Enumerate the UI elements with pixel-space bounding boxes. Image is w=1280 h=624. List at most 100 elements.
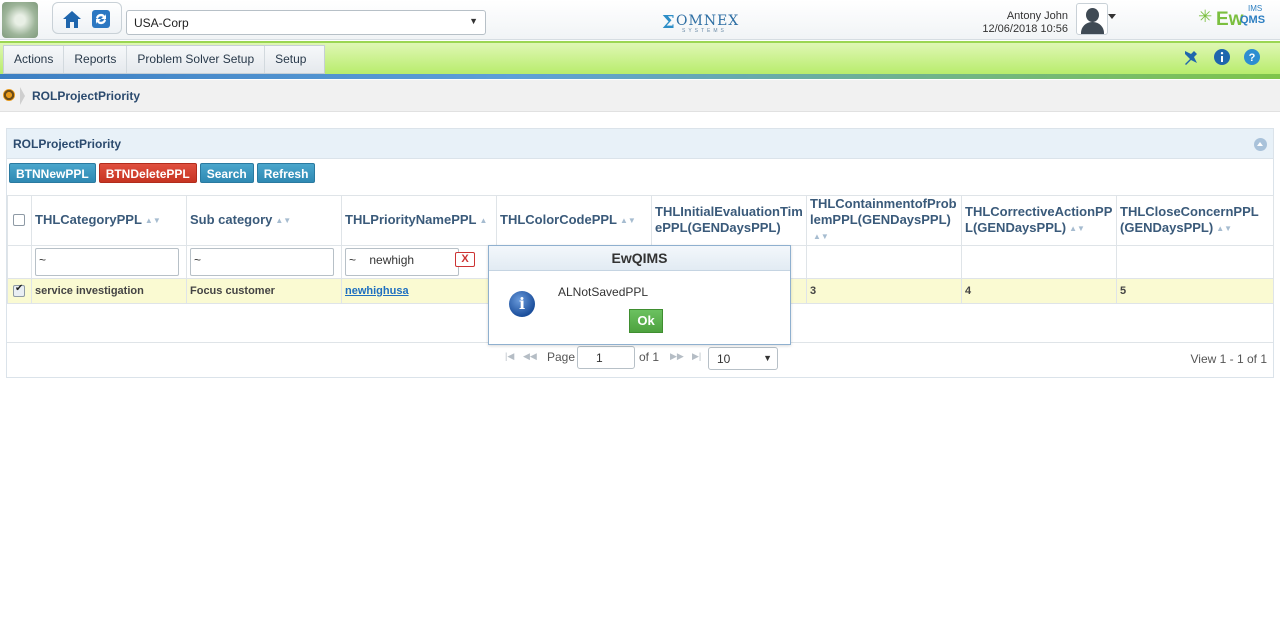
cell-containment: 3 [806, 277, 962, 304]
priority-link[interactable]: newhighusa [345, 285, 409, 297]
menu-problem-solver-setup[interactable]: Problem Solver Setup [127, 46, 266, 73]
panel-header: ROLProjectPriority [7, 129, 1273, 159]
prev-page-icon[interactable]: ◀◀ [523, 351, 537, 362]
ok-button[interactable]: Ok [629, 309, 663, 333]
search-button[interactable]: Search [199, 163, 254, 183]
filter-cell: ~ newhigh X [341, 244, 497, 279]
ewqims-logo-qms: QMS [1240, 14, 1266, 26]
pin-icon[interactable] [1182, 48, 1200, 66]
cell-subcategory: Focus customer [186, 277, 342, 304]
omnex-logo-text: OMNEX [676, 13, 740, 29]
row-checkbox[interactable] [13, 283, 25, 297]
info-icon[interactable] [1213, 48, 1231, 66]
filter-cell [961, 244, 1117, 279]
col-header-label: Sub category [190, 212, 273, 227]
filter-cell: ~ [186, 244, 342, 279]
header-divider [0, 74, 1280, 79]
breadcrumb-current: ROLProjectPriority [32, 89, 141, 103]
avatar-head [1086, 8, 1099, 22]
omnex-logo-sub: SYSTEMS [682, 28, 727, 34]
grid-pager: |◀ ◀◀ Page 1 of 1 ▶▶ ▶| 10 ▼ View 1 - 1 … [7, 342, 1273, 372]
dialog-message: ALNotSavedPPL [558, 285, 649, 299]
sort-icon: ▲▼ [813, 231, 829, 241]
col-header-label: THLColorCodePPL [500, 212, 617, 227]
col-header-color-code[interactable]: THLColorCodePPL ▲▼ [496, 195, 652, 246]
col-header-label: THLInitialEvaluationTimePPL(GENDaysPPL) [655, 204, 803, 236]
avatar[interactable] [1076, 3, 1108, 35]
help-icon[interactable]: ? [1243, 48, 1261, 66]
col-header-label: THLCorrectiveActionPPL(GENDaysPPL) [965, 204, 1113, 235]
svg-text:?: ? [1249, 52, 1256, 64]
col-header-label: THLCategoryPPL [35, 212, 142, 227]
breadcrumb: ROLProjectPriority [0, 80, 1280, 112]
user-name: Antony John [1006, 10, 1068, 22]
grid-toolbar: BTNNewPPL BTNDeletePPL Search Refresh [9, 163, 316, 183]
row-select-cell [7, 277, 32, 304]
page-number-input[interactable]: 1 [577, 346, 635, 369]
main-menu: Actions Reports Problem Solver Setup Set… [3, 45, 325, 74]
alert-dialog: EwQIMS i ALNotSavedPPL Ok [488, 245, 791, 345]
subcategory-filter-input[interactable]: ~ [190, 247, 334, 276]
user-info: Antony John 12/06/2018 10:56 [982, 10, 1068, 36]
last-page-icon[interactable]: ▶| [692, 351, 701, 362]
sort-icon: ▲ [479, 215, 488, 225]
col-header-priority-name[interactable]: THLPriorityNamePPL ▲ [341, 195, 497, 246]
grid-header-row: THLCategoryPPL ▲▼ Sub category ▲▼ THLPrior… [7, 195, 1274, 246]
page-label: Page [547, 350, 576, 364]
col-header-close-concern[interactable]: THLCloseConcernPPL(GENDaysPPL) ▲▼ [1116, 195, 1274, 246]
menu-actions[interactable]: Actions [4, 46, 65, 73]
sort-icon: ▲▼ [620, 215, 636, 225]
refresh-icon[interactable] [91, 9, 111, 29]
chevron-down-icon: ▼ [763, 353, 772, 363]
col-header-category[interactable]: THLCategoryPPL ▲▼ [31, 195, 187, 246]
module-icon[interactable] [3, 89, 15, 101]
filter-cell [806, 244, 962, 279]
nav-buttons [52, 2, 122, 34]
home-icon[interactable] [61, 8, 83, 30]
breadcrumb-separator [20, 87, 25, 105]
filter-cell: ~ [31, 244, 187, 279]
delete-button[interactable]: BTNDeletePPL [98, 163, 197, 183]
omnex-logo: Σ OMNEX SYSTEMS [662, 11, 738, 35]
dialog-title: EwQIMS [489, 246, 790, 271]
sort-icon: ▲▼ [275, 215, 292, 225]
refresh-button[interactable]: Refresh [256, 163, 316, 183]
sort-icon: ▲▼ [1216, 223, 1233, 233]
clear-filter-button[interactable]: X [455, 251, 475, 267]
select-all-checkbox[interactable] [13, 214, 25, 227]
sort-icon: ▲▼ [144, 215, 161, 225]
info-icon: i [509, 291, 535, 317]
next-page-icon[interactable]: ▶▶ [670, 351, 684, 362]
user-menu-caret-icon[interactable] [1108, 14, 1116, 19]
page-size-select[interactable]: 10 ▼ [708, 347, 778, 370]
filter-prefix: ~ [39, 252, 47, 267]
col-header-containment[interactable]: THLContainmentofProblemPPL(GENDaysPPL) ▲▼ [806, 195, 962, 246]
filter-cell [7, 244, 32, 279]
new-button[interactable]: BTNNewPPL [9, 163, 96, 183]
filter-prefix: ~ [194, 252, 202, 267]
filter-cell [1116, 244, 1274, 279]
avatar-body [1081, 22, 1104, 34]
first-page-icon[interactable]: |◀ [505, 351, 514, 362]
ewqims-logo: ✳ Ew IMS QMS [1198, 4, 1274, 34]
col-header-corrective-action[interactable]: THLCorrectiveActionPPL(GENDaysPPL) ▲▼ [961, 195, 1117, 246]
select-all-cell [7, 195, 32, 246]
priority-filter-input[interactable]: ~ newhigh [345, 247, 459, 276]
category-filter-input[interactable]: ~ [35, 247, 179, 276]
col-header-subcategory[interactable]: Sub category ▲▼ [186, 195, 342, 246]
cell-corrective: 4 [961, 277, 1117, 304]
menu-setup[interactable]: Setup [265, 46, 316, 73]
col-header-initial-evaluation[interactable]: THLInitialEvaluationTimePPL(GENDaysPPL) [651, 195, 807, 246]
app-header: USA-Corp ▼ Σ OMNEX SYSTEMS Antony John 1… [0, 0, 1280, 40]
cell-priority: newhighusa [341, 277, 497, 304]
cell-close: 5 [1116, 277, 1274, 304]
app-logo[interactable] [2, 2, 38, 38]
col-header-label: THLContainmentofProblemPPL(GENDaysPPL) [810, 196, 957, 227]
cell-category: service investigation [31, 277, 187, 304]
panel-title: ROLProjectPriority [13, 137, 122, 151]
menu-reports[interactable]: Reports [64, 46, 128, 73]
current-datetime: 12/06/2018 10:56 [982, 23, 1068, 35]
company-select[interactable]: USA-Corp ▼ [126, 10, 486, 35]
collapse-icon[interactable] [1254, 138, 1267, 151]
ewqims-star-icon: ✳ [1198, 7, 1213, 26]
